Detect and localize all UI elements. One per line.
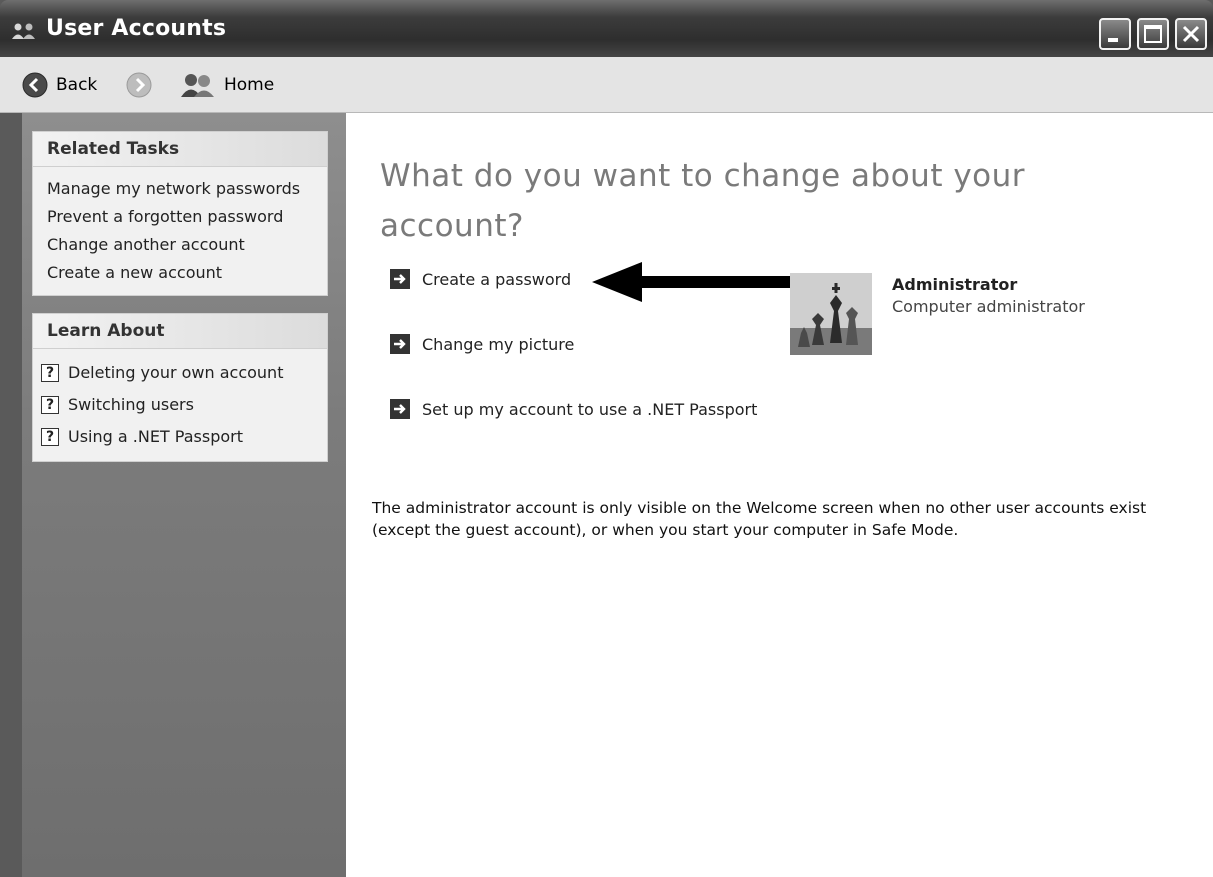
maximize-icon — [1144, 25, 1162, 43]
home-label: Home — [224, 75, 275, 95]
account-name: Administrator — [892, 275, 1018, 294]
user-accounts-window: User Accounts Back Home Related Tasks Ma… — [0, 0, 1213, 877]
task-pane: Related Tasks Manage my network password… — [22, 113, 346, 877]
arrow-right-icon — [390, 269, 410, 289]
learn-about-title: Learn About — [33, 314, 327, 349]
related-tasks-panel: Related Tasks Manage my network password… — [32, 131, 328, 296]
forward-arrow-icon — [126, 72, 152, 98]
main-content: What do you want to change about your ac… — [346, 113, 1213, 877]
user-picture — [790, 273, 872, 355]
close-button[interactable] — [1175, 18, 1207, 50]
create-password-link[interactable]: Create a password — [390, 269, 571, 289]
title-bar[interactable]: User Accounts — [0, 0, 1213, 57]
chess-pieces-icon — [790, 273, 872, 355]
annotation-arrow-icon — [592, 262, 810, 302]
window-title: User Accounts — [46, 16, 227, 41]
user-accounts-home-icon — [181, 74, 214, 97]
help-icon: ? — [41, 428, 59, 446]
related-tasks-title: Related Tasks — [33, 132, 327, 167]
learn-switching-users[interactable]: ? Switching users — [33, 389, 327, 421]
help-icon: ? — [41, 396, 59, 414]
action-label: Create a password — [422, 269, 572, 289]
users-icon — [10, 22, 38, 40]
minimize-icon — [1108, 38, 1118, 42]
task-change-another-account[interactable]: Change another account — [47, 231, 327, 259]
task-manage-network-passwords[interactable]: Manage my network passwords — [47, 175, 327, 203]
admin-visibility-note: The administrator account is only visibl… — [372, 499, 1147, 539]
change-picture-link[interactable]: Change my picture — [390, 334, 574, 354]
learn-item-label: Using a .NET Passport — [68, 427, 243, 446]
maximize-button[interactable] — [1137, 18, 1169, 50]
toolbar: Back Home — [0, 57, 1213, 113]
arrow-right-icon — [390, 399, 410, 419]
action-label: Set up my account to use a .NET Passport — [422, 399, 758, 419]
net-passport-link[interactable]: Set up my account to use a .NET Passport — [390, 399, 757, 419]
arrow-right-icon — [390, 334, 410, 354]
help-icon: ? — [41, 364, 59, 382]
home-button[interactable]: Home — [180, 71, 274, 99]
forward-button[interactable] — [126, 71, 152, 99]
learn-about-panel: Learn About ? Deleting your own account … — [32, 313, 328, 462]
close-icon — [1182, 25, 1200, 43]
back-label: Back — [56, 75, 98, 95]
action-label: Change my picture — [422, 334, 575, 354]
learn-item-label: Switching users — [68, 395, 194, 414]
learn-item-label: Deleting your own account — [68, 363, 284, 382]
account-type: Computer administrator — [892, 297, 1085, 316]
task-prevent-forgotten-password[interactable]: Prevent a forgotten password — [47, 203, 327, 231]
learn-deleting-own-account[interactable]: ? Deleting your own account — [33, 357, 327, 389]
back-button[interactable]: Back — [22, 71, 97, 99]
page-title: What do you want to change about your ac… — [380, 158, 1026, 244]
learn-using-net-passport[interactable]: ? Using a .NET Passport — [33, 421, 327, 453]
back-arrow-icon — [22, 72, 48, 98]
task-create-new-account[interactable]: Create a new account — [47, 259, 327, 287]
minimize-button[interactable] — [1099, 18, 1131, 50]
